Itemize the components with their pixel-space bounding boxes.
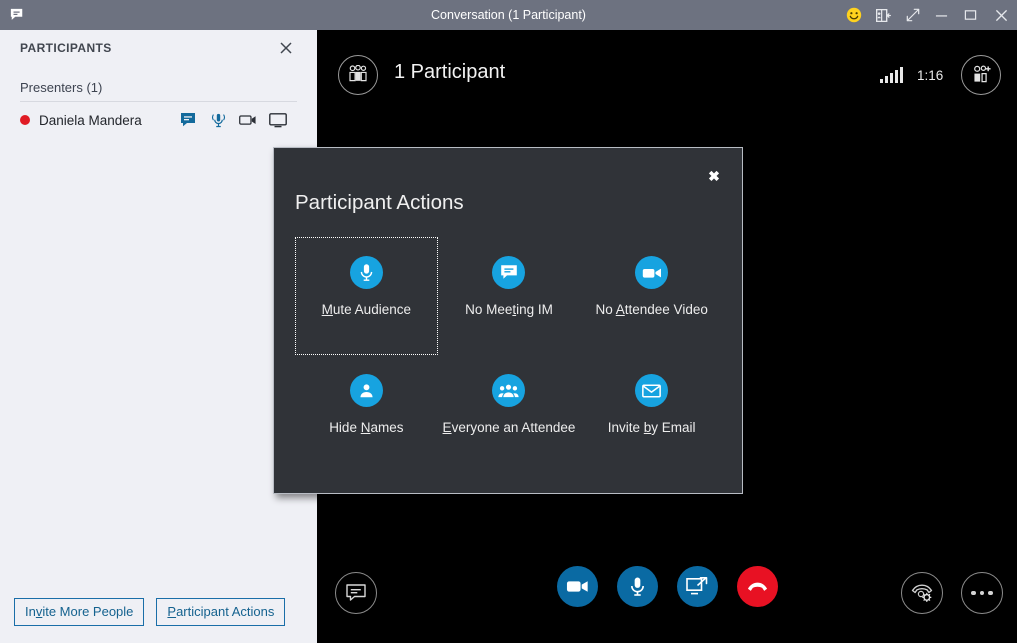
maximize-icon[interactable]: [956, 0, 985, 30]
call-toolbar-right: [901, 572, 1003, 614]
add-participant-icon[interactable]: [961, 55, 1001, 95]
action-hide-names[interactable]: Hide Names: [295, 355, 438, 445]
action-label: No Meeting IM: [465, 302, 553, 317]
action-label-post: ute Audience: [333, 302, 411, 317]
action-everyone-an-attendee[interactable]: Everyone an Attendee: [438, 355, 581, 445]
participants-panel: PARTICIPANTS Presenters (1) Daniela Mand…: [0, 30, 317, 643]
participant-actions-grid: Mute Audience No Meeting IM: [295, 237, 723, 445]
person-icon: [350, 374, 383, 407]
action-label: Everyone an Attendee: [443, 420, 576, 435]
participant-actions-button[interactable]: Participant Actions: [156, 598, 285, 626]
action-label-post: ing IM: [516, 302, 553, 317]
action-mute-audience[interactable]: Mute Audience: [295, 237, 438, 355]
action-label: No Attendee Video: [595, 302, 707, 317]
participant-actions-key: P: [167, 604, 176, 619]
action-no-attendee-video[interactable]: No Attendee Video: [580, 237, 723, 355]
stage-header-right: 1:16: [880, 55, 1001, 95]
action-label-pre: Invite: [608, 420, 644, 435]
action-label-pre: Hide: [329, 420, 361, 435]
envelope-icon: [635, 374, 668, 407]
invite-more-people-pre: In: [25, 604, 36, 619]
smiley-icon[interactable]: [839, 0, 869, 30]
participant-actions-dialog: ✖ Participant Actions Mute Audience: [273, 147, 743, 494]
list-item[interactable]: Daniela Mandera: [0, 107, 317, 133]
screen-share-icon[interactable]: [269, 111, 287, 129]
call-settings-icon[interactable]: [901, 572, 943, 614]
participants-panel-title: PARTICIPANTS: [20, 41, 112, 55]
end-call-icon[interactable]: [737, 566, 778, 607]
call-toolbar: [317, 560, 1017, 643]
participant-name: Daniela Mandera: [39, 113, 142, 128]
group-divider: [20, 101, 297, 102]
action-label-pre: No Mee: [465, 302, 512, 317]
action-label-post: ttendee Video: [625, 302, 708, 317]
action-label-key: E: [443, 420, 452, 435]
action-label-key: A: [616, 302, 625, 317]
stage-header: 1 Participant 1:16: [317, 30, 1017, 120]
app-icon: [0, 0, 34, 30]
action-label-post: ames: [370, 420, 403, 435]
close-icon[interactable]: [277, 39, 295, 57]
dock-window-icon[interactable]: [869, 0, 898, 30]
participant-row-icons: [179, 111, 287, 129]
microphone-active-icon[interactable]: [209, 111, 227, 129]
action-label-pre: No: [595, 302, 615, 317]
close-icon[interactable]: [985, 0, 1017, 30]
presenters-group-label: Presenters (1): [20, 80, 317, 95]
invite-more-people-button[interactable]: Invite More People: [14, 598, 144, 626]
more-options-icon[interactable]: [961, 572, 1003, 614]
action-label-post: y Email: [651, 420, 695, 435]
expand-arrows-icon[interactable]: [898, 0, 927, 30]
participants-panel-header: PARTICIPANTS: [0, 30, 317, 66]
action-invite-by-email[interactable]: Invite by Email: [580, 355, 723, 445]
action-no-meeting-im[interactable]: No Meeting IM: [438, 237, 581, 355]
participant-actions-post: articipant Actions: [176, 604, 274, 619]
title-bar: Conversation (1 Participant): [0, 0, 1017, 30]
present-screen-icon[interactable]: [677, 566, 718, 607]
video-camera-icon[interactable]: [557, 566, 598, 607]
action-label: Invite by Email: [608, 420, 696, 435]
action-label: Hide Names: [329, 420, 403, 435]
action-label: Mute Audience: [322, 302, 411, 317]
minimize-icon[interactable]: [927, 0, 956, 30]
people-group-icon: [492, 374, 525, 407]
chat-bubble-icon: [492, 256, 525, 289]
video-camera-icon[interactable]: [239, 111, 257, 129]
close-icon[interactable]: ✖: [704, 166, 724, 186]
chat-icon[interactable]: [179, 111, 197, 129]
page-title: 1 Participant: [394, 61, 505, 84]
action-label-post: veryone an Attendee: [452, 420, 576, 435]
action-label-key: N: [361, 420, 371, 435]
skype-meeting-window: Conversation (1 Participant): [0, 0, 1017, 643]
status-badge: [20, 115, 30, 125]
call-timer: 1:16: [917, 68, 947, 83]
participants-panel-footer: Invite More People Participant Actions: [0, 598, 317, 643]
signal-strength-icon: [880, 67, 903, 83]
dialog-title: Participant Actions: [295, 191, 464, 215]
participants-group-icon[interactable]: [338, 55, 378, 95]
video-camera-icon: [635, 256, 668, 289]
window-controls: [839, 0, 1017, 30]
action-label-key: M: [322, 302, 333, 317]
microphone-icon[interactable]: [617, 566, 658, 607]
microphone-icon: [350, 256, 383, 289]
invite-more-people-post: ite More People: [42, 604, 133, 619]
